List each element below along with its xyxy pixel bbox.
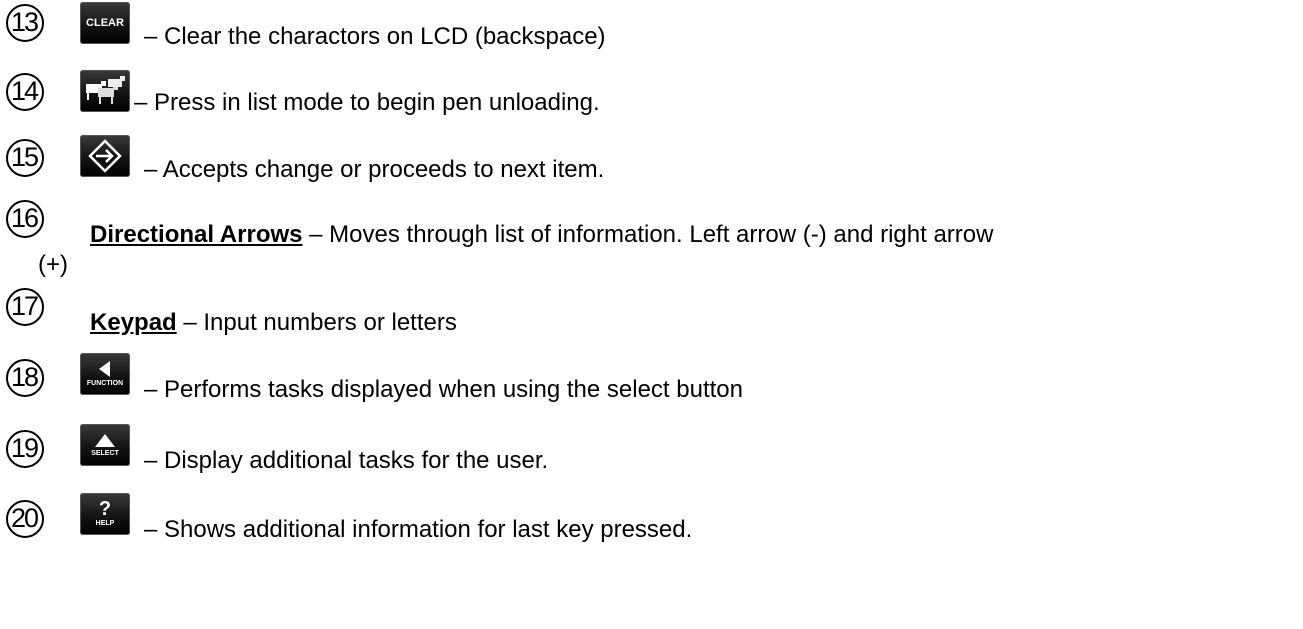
item-term: Keypad [90, 309, 177, 336]
item-description: – Accepts change or proceeds to next ite… [144, 156, 605, 183]
function-key-icon: FUNCTION [80, 353, 130, 395]
cattle-unload-key-icon [80, 70, 130, 112]
cattle-icon [86, 76, 125, 104]
select-key-icon: SELECT [80, 424, 130, 466]
item-term: Directional Arrows [90, 221, 303, 248]
item-description: Directional Arrows – Moves through list … [90, 220, 993, 250]
key-label: FUNCTION [86, 380, 124, 387]
item-description: – Press in list mode to begin pen unload… [134, 89, 600, 116]
item-number-badge: 18 [6, 359, 44, 397]
item-number-badge: 15 [6, 139, 44, 177]
item-description: – Clear the charactors on LCD (backspace… [144, 23, 606, 50]
key-label: HELP [95, 520, 115, 527]
item-description: – Shows additional information for last … [144, 516, 693, 543]
item-description: Keypad – Input numbers or letters [90, 308, 457, 338]
clear-key-icon: CLEAR [80, 2, 130, 44]
key-label: CLEAR [86, 17, 124, 29]
enter-arrow-icon [88, 139, 122, 173]
item-number-badge: 13 [6, 4, 44, 42]
enter-arrow-key-icon [80, 135, 130, 177]
item-number-badge: 14 [6, 73, 44, 111]
question-mark-icon: ? [98, 498, 112, 520]
item-description: – Display additional tasks for the user. [144, 447, 549, 474]
item-description: – Performs tasks displayed when using th… [144, 376, 743, 403]
item-text: – Moves through list of information. Lef… [302, 221, 994, 248]
item-number-badge: 20 [6, 500, 44, 538]
help-key-icon: ? HELP [80, 493, 130, 535]
item-text: – Input numbers or letters [176, 309, 457, 336]
item-number-badge: 19 [6, 430, 44, 468]
item-number-badge: 17 [6, 288, 44, 326]
item-continuation: (+) [38, 251, 68, 278]
up-triangle-icon [95, 434, 115, 447]
key-label: SELECT [91, 450, 119, 457]
left-triangle-icon [99, 361, 110, 377]
item-number-badge: 16 [6, 200, 44, 238]
